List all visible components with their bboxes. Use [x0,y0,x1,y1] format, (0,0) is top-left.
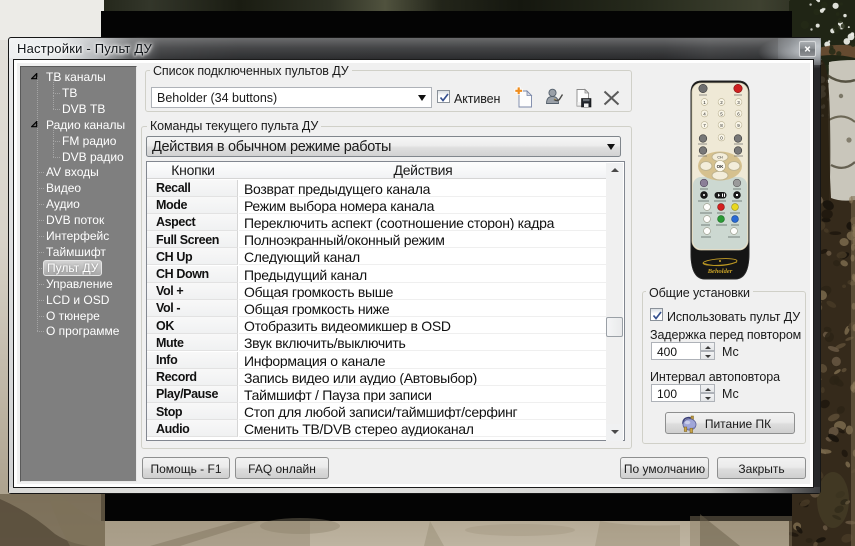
svg-text:CH: CH [717,156,723,160]
svg-text:OK: OK [717,164,725,169]
svg-text:Beholder: Beholder [707,268,733,275]
